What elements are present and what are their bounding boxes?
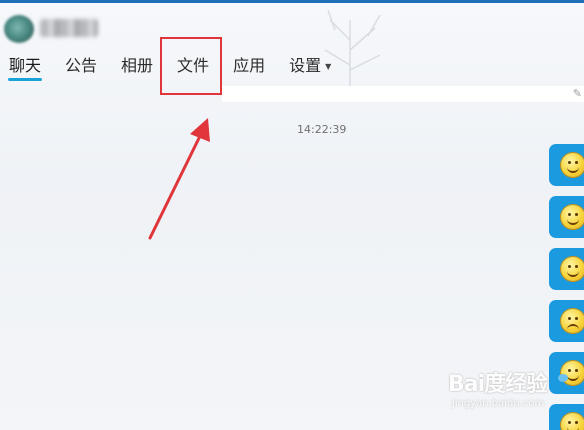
- chat-toolbar-strip: ✎: [222, 86, 584, 102]
- tab-settings-label: 设置: [289, 56, 322, 75]
- crying-emoji-icon: [561, 309, 584, 333]
- tab-apps[interactable]: 应用: [224, 53, 274, 85]
- tab-album-label: 相册: [121, 56, 154, 75]
- smile-emoji-icon: [561, 205, 584, 229]
- files-tab-highlight-box: [160, 37, 222, 95]
- smile-emoji-icon: [561, 153, 584, 177]
- message-bubble[interactable]: [549, 248, 584, 290]
- tab-announcement-label: 公告: [65, 56, 98, 75]
- group-name-blurred: [40, 19, 98, 37]
- chevron-down-icon: ▼: [325, 61, 332, 71]
- pin-icon[interactable]: ✎: [573, 87, 582, 100]
- message-bubble[interactable]: [549, 144, 584, 186]
- message-timestamp: 14:22:39: [297, 123, 347, 136]
- tab-chat[interactable]: 聊天: [0, 53, 50, 85]
- smile-emoji-icon: [561, 257, 584, 281]
- baidu-jingyan-watermark: Bai度经验 jingyan.baidu.com: [448, 360, 584, 430]
- message-bubble[interactable]: [549, 300, 584, 342]
- tab-apps-label: 应用: [233, 56, 266, 75]
- message-bubble[interactable]: [549, 196, 584, 238]
- tab-announcement[interactable]: 公告: [56, 53, 106, 85]
- group-avatar[interactable]: [4, 15, 34, 43]
- tab-album[interactable]: 相册: [112, 53, 162, 85]
- watermark-logo-text: Bai度经验: [448, 372, 548, 397]
- chat-header: 聊天 公告 相册 文件 应用 设置 ▼: [0, 3, 584, 85]
- tab-settings[interactable]: 设置 ▼: [280, 53, 340, 85]
- red-pointer-arrow: [148, 118, 210, 240]
- qq-group-chat-window: 聊天 公告 相册 文件 应用 设置 ▼ ✎ 14:22:39 Bai度经验 ji…: [0, 0, 584, 430]
- tab-chat-label: 聊天: [9, 56, 42, 75]
- watermark-url: jingyan.baidu.com: [452, 398, 545, 409]
